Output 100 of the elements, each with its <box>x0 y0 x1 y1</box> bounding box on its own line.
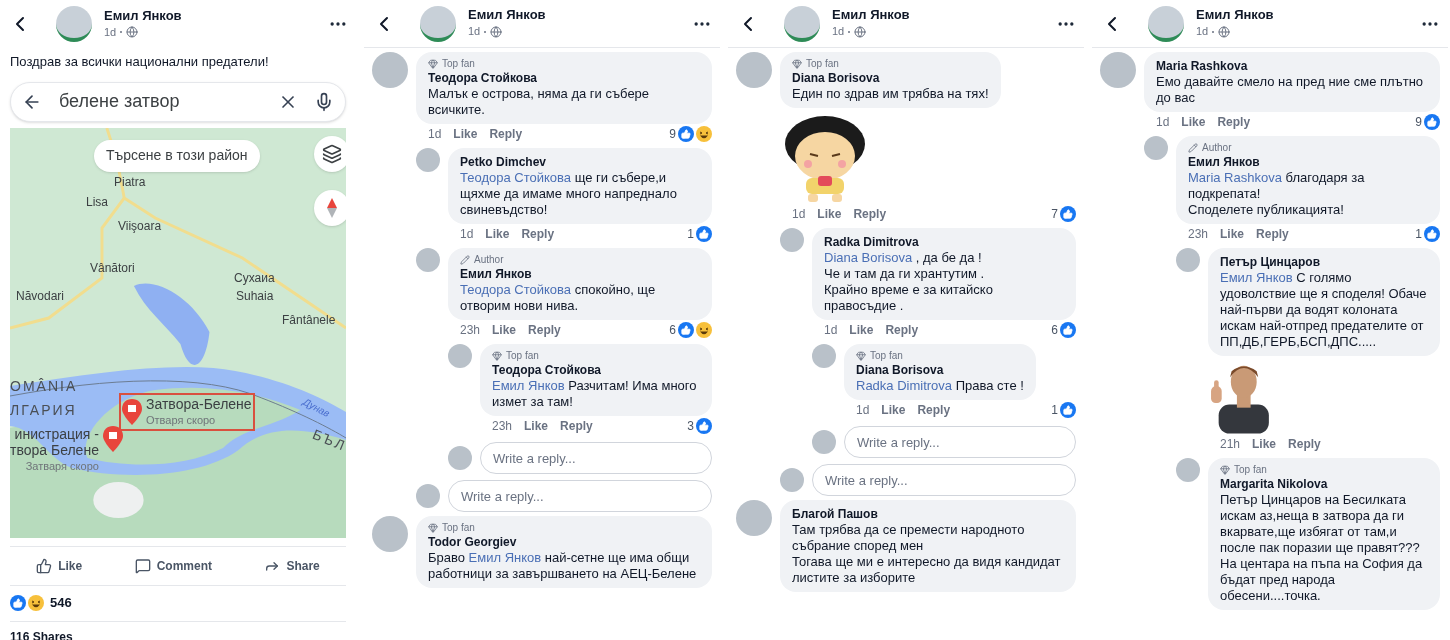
comment-action-link[interactable]: Reply <box>853 205 887 223</box>
mention-link[interactable]: Diana Borisova <box>824 250 913 265</box>
comment-text: Теодора Стойкова ще ги събере,и щяхме да имаме много напреднало свиневъдство! <box>460 170 678 218</box>
commenter-name[interactable]: Petko Dimchev <box>460 154 700 170</box>
comment-action-link[interactable]: Like <box>1220 225 1245 243</box>
commenter-name[interactable]: Radka Dimitrova <box>824 234 1064 250</box>
microphone-icon[interactable] <box>314 91 334 112</box>
comment-action-link[interactable]: Reply <box>560 417 593 435</box>
diamond-icon <box>492 351 502 361</box>
author-name[interactable]: Емил Янков <box>468 7 546 24</box>
comment-text: Diana Borisova , да бе да ! Че и там да ги хрантутим . Крайно време е за китайско правосъдие . <box>824 250 994 314</box>
pencil-icon <box>460 255 470 265</box>
comment-text: Браво Емил Янков най-сетне ще има общи работници за завършването на АЕЦ-Белене <box>428 550 698 582</box>
comment-time: 23h <box>1188 226 1209 243</box>
author-name[interactable]: Емил Янков <box>104 7 182 24</box>
map-label: Năvodari <box>16 287 65 304</box>
map-label: Suhaia <box>236 287 274 304</box>
comment-action-link[interactable]: Like <box>524 417 549 435</box>
mention-link[interactable]: Емил Янков <box>1220 270 1293 285</box>
reply-input[interactable]: Write a reply... <box>812 464 1076 496</box>
place-status: Отваря скоро <box>146 412 217 428</box>
commenter-name[interactable]: Todor Georgiev <box>428 534 700 550</box>
search-field[interactable]: белене затвор <box>10 81 346 122</box>
comment-action-link[interactable]: Reply <box>885 321 919 339</box>
post-action-button[interactable]: Share <box>264 556 320 575</box>
badge-label: Top fan <box>806 58 839 70</box>
mention-link[interactable]: Maria Rashkova <box>1188 170 1282 185</box>
reply-input[interactable]: Write a reply... <box>844 426 1076 458</box>
speech-bubble-icon <box>134 557 151 574</box>
place-name: инистрация - твора Белене <box>10 425 99 458</box>
comment-action-link[interactable]: Reply <box>917 401 951 419</box>
mention-link[interactable]: Теодора Стойкова <box>460 170 571 185</box>
comment-action-link[interactable]: Like <box>849 321 874 339</box>
comment-action-link[interactable]: Reply <box>521 225 555 243</box>
diamond-icon <box>428 59 438 69</box>
comment-action-link[interactable]: Like <box>1181 113 1206 131</box>
commenter-name[interactable]: Теодора Стойкова <box>428 70 700 86</box>
commenter-name[interactable]: Diana Borisova <box>792 70 989 86</box>
avatar <box>780 468 804 492</box>
comment-action-link[interactable]: Like <box>1252 435 1277 453</box>
map-pin-icon[interactable] <box>122 398 142 425</box>
commenter-name[interactable]: Теодора Стойкова <box>492 362 700 378</box>
diamond-icon <box>1220 465 1230 475</box>
avatar <box>56 6 92 42</box>
map-label: Сухаиа <box>234 269 275 286</box>
map-label: Fântânele <box>282 311 336 328</box>
commenter-name[interactable]: Емил Янков <box>1188 154 1428 170</box>
commenter-name[interactable]: Maria Rashkova <box>1156 58 1428 74</box>
reaction-count: 1 <box>1051 402 1058 419</box>
mention-link[interactable]: Теодора Стойкова <box>460 282 571 297</box>
map-label: Lisa <box>86 193 108 210</box>
comment-action-link[interactable]: Like <box>881 401 906 419</box>
reaction-count: 9 <box>669 126 676 143</box>
map-pin-icon[interactable] <box>102 425 123 452</box>
commenter-name[interactable]: Благой Пашов <box>792 506 1064 522</box>
reaction-count: 3 <box>687 418 694 435</box>
comment-action-link[interactable]: Reply <box>528 321 561 339</box>
mention-link[interactable]: Radka Dimitrova <box>856 378 953 393</box>
comment-action-link[interactable]: Reply <box>1288 435 1321 453</box>
comment-text: Емил Янков С голямо удоволствие ще я споделя! Обаче най-първи да водят колоната искам най-отпред предателите от ПП,ДБ,ГЕРБ,БСП,ДПС..... <box>1220 270 1428 350</box>
mention-link[interactable]: Емил Янков <box>468 550 542 565</box>
comment-action-link[interactable]: Reply <box>1217 113 1251 131</box>
avatar <box>780 228 804 252</box>
commenter-name[interactable]: Diana Borisova <box>856 362 1024 378</box>
comment-action-link[interactable]: Reply <box>1256 225 1289 243</box>
commenter-name[interactable]: Петър Цинцаров <box>1220 254 1428 270</box>
avatar <box>416 248 440 272</box>
comment-text: Емил Янков Разчитам! Има много измет за там! <box>492 378 698 410</box>
commenter-name[interactable]: Margarita Nikolova <box>1220 476 1428 492</box>
commenter-name[interactable]: Емил Янков <box>460 266 700 282</box>
pencil-icon <box>1188 143 1198 153</box>
author-name[interactable]: Емил Янков <box>832 7 910 24</box>
avatar <box>736 52 772 88</box>
comment-action-link[interactable]: Reply <box>489 125 523 143</box>
comment-action-link[interactable]: Like <box>485 225 510 243</box>
post-time: 1d <box>832 24 845 40</box>
comment-text: Един по здрав им трябва на тях! <box>792 86 989 102</box>
diamond-icon <box>856 351 866 361</box>
shares-count[interactable]: 116 Shares <box>10 627 346 640</box>
comment-action-link[interactable]: Like <box>817 205 842 223</box>
comment-action-link[interactable]: Like <box>453 125 478 143</box>
post-action-button[interactable]: Like <box>36 556 83 575</box>
reply-input[interactable]: Write a reply... <box>480 442 712 474</box>
post-text: Поздрав за всички национални предатели! <box>9 53 270 71</box>
comment-text: Maria Rashkova благодаря за подкрепата! Споделете публикацията! <box>1188 170 1366 218</box>
map-label: Piatra <box>114 173 146 190</box>
reply-input[interactable]: Write a reply... <box>448 480 712 512</box>
avatar <box>812 344 836 368</box>
reaction-count[interactable]: 546 <box>50 593 72 613</box>
comment-action-link[interactable]: Like <box>492 321 517 339</box>
map-label: БЪЛ <box>310 425 346 454</box>
post-action-button[interactable]: Comment <box>134 556 212 575</box>
avatar <box>372 516 408 552</box>
diamond-icon <box>428 523 438 533</box>
map-label: Viişoara <box>118 217 162 234</box>
comment-text: Там трябва да се премести народното събрание според мен Тогава ще ми е интересно да видя кандидат листите за изборите <box>792 522 1062 586</box>
map-label: Vânători <box>90 259 135 276</box>
author-name[interactable]: Емил Янков <box>1196 7 1274 24</box>
search-area-button[interactable]: Търсене в този район <box>94 139 260 172</box>
mention-link[interactable]: Емил Янков <box>492 378 565 393</box>
